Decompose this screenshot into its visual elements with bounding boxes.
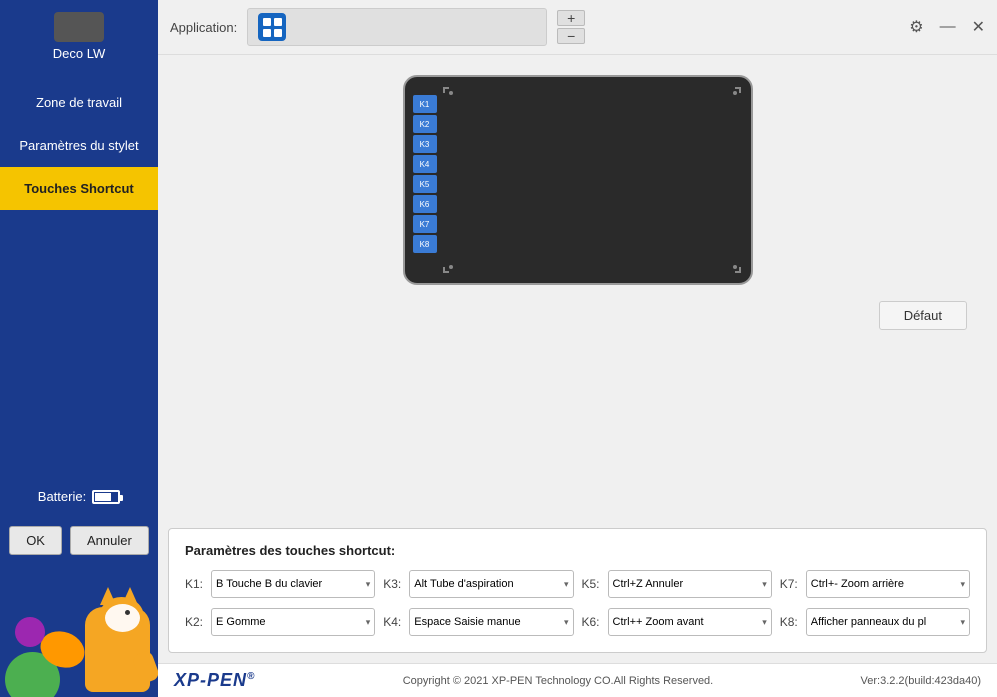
- param-select-text-k4: Espace Saisie manue: [414, 616, 562, 628]
- minimize-button[interactable]: —: [940, 18, 956, 36]
- param-label-k1: K1:: [185, 577, 207, 591]
- sidebar-item-parametres-stylet[interactable]: Paramètres du stylet: [0, 124, 158, 167]
- param-select-text-k3: Alt Tube d'aspiration: [414, 578, 562, 590]
- default-btn-row: Défaut: [188, 301, 967, 330]
- corner-dot-br: [733, 265, 737, 269]
- key-k6[interactable]: K6: [413, 195, 437, 213]
- remove-app-button[interactable]: −: [557, 28, 585, 44]
- mascot-area: [0, 567, 158, 697]
- chevron-down-icon: ▾: [366, 617, 371, 628]
- dot: [274, 29, 282, 37]
- key-k1[interactable]: K1: [413, 95, 437, 113]
- sidebar-item-touches-shortcut[interactable]: Touches Shortcut: [0, 167, 158, 210]
- param-select-text-k1: B Touche B du clavier: [216, 578, 364, 590]
- chevron-down-icon: ▾: [564, 617, 569, 628]
- app-icon-dots: [259, 14, 286, 41]
- add-remove-buttons: + −: [557, 10, 585, 44]
- xp-pen-logo: XP-PEN®: [174, 670, 255, 691]
- key-k2[interactable]: K2: [413, 115, 437, 133]
- corner-dot-bl: [449, 265, 453, 269]
- dot: [274, 18, 282, 26]
- param-select-text-k8: Afficher panneaux du pl: [811, 616, 959, 628]
- param-row-k6: K6: Ctrl++ Zoom avant ▾: [582, 608, 772, 636]
- app-section: Application: + −: [170, 8, 909, 46]
- param-select-text-k2: E Gomme: [216, 616, 364, 628]
- add-app-button[interactable]: +: [557, 10, 585, 26]
- tablet-keys: K1 K2 K3 K4 K5 K6 K7 K8: [413, 95, 437, 253]
- ok-button[interactable]: OK: [9, 526, 62, 555]
- sidebar: Deco LW Zone de travail Paramètres du st…: [0, 0, 158, 697]
- chevron-down-icon: ▾: [960, 617, 965, 628]
- params-panel: Paramètres des touches shortcut: K1: B T…: [168, 528, 987, 653]
- device-name: Deco LW: [53, 46, 106, 61]
- key-k4[interactable]: K4: [413, 155, 437, 173]
- param-select-k2[interactable]: E Gomme ▾: [211, 608, 375, 636]
- app-display: [247, 8, 547, 46]
- battery-section: Batterie:: [38, 477, 120, 516]
- param-row-k3: K3: Alt Tube d'aspiration ▾: [383, 570, 573, 598]
- cancel-button[interactable]: Annuler: [70, 526, 149, 555]
- key-k5[interactable]: K5: [413, 175, 437, 193]
- window-controls: ⚙ — ✕: [909, 17, 985, 37]
- param-select-text-k7: Ctrl+- Zoom arrière: [811, 578, 959, 590]
- param-label-k7: K7:: [780, 577, 802, 591]
- param-select-k5[interactable]: Ctrl+Z Annuler ▾: [608, 570, 772, 598]
- action-buttons: OK Annuler: [9, 516, 149, 567]
- main-content: Application: + − ⚙ — ✕: [158, 0, 997, 697]
- sidebar-nav: Zone de travail Paramètres du stylet Tou…: [0, 81, 158, 477]
- dot: [263, 29, 271, 37]
- params-title: Paramètres des touches shortcut:: [185, 543, 970, 558]
- param-select-k3[interactable]: Alt Tube d'aspiration ▾: [409, 570, 573, 598]
- chevron-down-icon: ▾: [960, 579, 965, 590]
- param-label-k2: K2:: [185, 615, 207, 629]
- corner-dot-tl: [449, 91, 453, 95]
- sidebar-item-zone-travail[interactable]: Zone de travail: [0, 81, 158, 124]
- footer: XP-PEN® Copyright © 2021 XP-PEN Technolo…: [158, 663, 997, 697]
- param-select-k6[interactable]: Ctrl++ Zoom avant ▾: [608, 608, 772, 636]
- param-row-k5: K5: Ctrl+Z Annuler ▾: [582, 570, 772, 598]
- param-row-k2: K2: E Gomme ▾: [185, 608, 375, 636]
- param-select-text-k6: Ctrl++ Zoom avant: [613, 616, 761, 628]
- param-label-k5: K5:: [582, 577, 604, 591]
- param-label-k3: K3:: [383, 577, 405, 591]
- param-select-text-k5: Ctrl+Z Annuler: [613, 578, 761, 590]
- tablet-preview: K1 K2 K3 K4 K5 K6 K7 K8: [403, 75, 753, 285]
- param-select-k8[interactable]: Afficher panneaux du pl ▾: [806, 608, 970, 636]
- key-k3[interactable]: K3: [413, 135, 437, 153]
- param-label-k6: K6:: [582, 615, 604, 629]
- param-label-k8: K8:: [780, 615, 802, 629]
- content-area: K1 K2 K3 K4 K5 K6 K7 K8 Défaut: [158, 55, 997, 528]
- corner-dot-tr: [733, 91, 737, 95]
- key-k7[interactable]: K7: [413, 215, 437, 233]
- settings-button[interactable]: ⚙: [909, 17, 923, 37]
- device-section: Deco LW: [53, 0, 106, 71]
- dot: [263, 18, 271, 26]
- params-grid: K1: B Touche B du clavier ▾ K3: Alt Tube…: [185, 570, 970, 636]
- footer-version: Ver:3.2.2(build:423da40): [861, 675, 981, 687]
- app-label: Application:: [170, 20, 237, 35]
- chevron-down-icon: ▾: [762, 617, 767, 628]
- param-row-k7: K7: Ctrl+- Zoom arrière ▾: [780, 570, 970, 598]
- param-label-k4: K4:: [383, 615, 405, 629]
- param-row-k4: K4: Espace Saisie manue ▾: [383, 608, 573, 636]
- title-bar: Application: + − ⚙ — ✕: [158, 0, 997, 55]
- battery-fill: [95, 493, 110, 501]
- chevron-down-icon: ▾: [564, 579, 569, 590]
- chevron-down-icon: ▾: [366, 579, 371, 590]
- app-icon: [258, 13, 286, 41]
- key-k8[interactable]: K8: [413, 235, 437, 253]
- device-icon: [54, 12, 104, 42]
- param-select-k7[interactable]: Ctrl+- Zoom arrière ▾: [806, 570, 970, 598]
- param-select-k4[interactable]: Espace Saisie manue ▾: [409, 608, 573, 636]
- battery-label: Batterie:: [38, 489, 86, 504]
- param-row-k1: K1: B Touche B du clavier ▾: [185, 570, 375, 598]
- param-select-k1[interactable]: B Touche B du clavier ▾: [211, 570, 375, 598]
- param-row-k8: K8: Afficher panneaux du pl ▾: [780, 608, 970, 636]
- battery-icon: [92, 490, 120, 504]
- default-button[interactable]: Défaut: [879, 301, 967, 330]
- footer-copyright: Copyright © 2021 XP-PEN Technology CO.Al…: [403, 675, 714, 687]
- chevron-down-icon: ▾: [762, 579, 767, 590]
- close-button[interactable]: ✕: [972, 17, 985, 37]
